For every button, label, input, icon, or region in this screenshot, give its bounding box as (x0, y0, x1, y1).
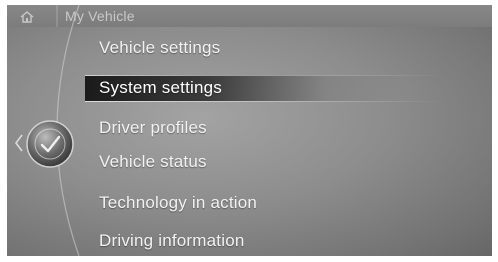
menu-arc-decoration (56, 5, 80, 256)
menu-item-driver-profiles[interactable]: Driver profiles (99, 114, 207, 142)
menu-item-vehicle-settings[interactable]: Vehicle settings (99, 34, 220, 62)
controller-knob-icon[interactable] (25, 119, 75, 169)
header-bar: My Vehicle (7, 5, 492, 27)
page-title: My Vehicle (65, 8, 135, 24)
menu-item-driving-information[interactable]: Driving information (99, 227, 245, 255)
home-icon[interactable] (20, 11, 34, 23)
menu-item-technology-in-action[interactable]: Technology in action (99, 189, 257, 217)
chevron-left-icon[interactable] (14, 133, 24, 153)
menu-item-vehicle-status[interactable]: Vehicle status (99, 148, 207, 176)
idrive-screen: My Vehicle Vehicle settings System setti… (7, 5, 492, 256)
menu-item-system-settings[interactable]: System settings (99, 74, 222, 102)
